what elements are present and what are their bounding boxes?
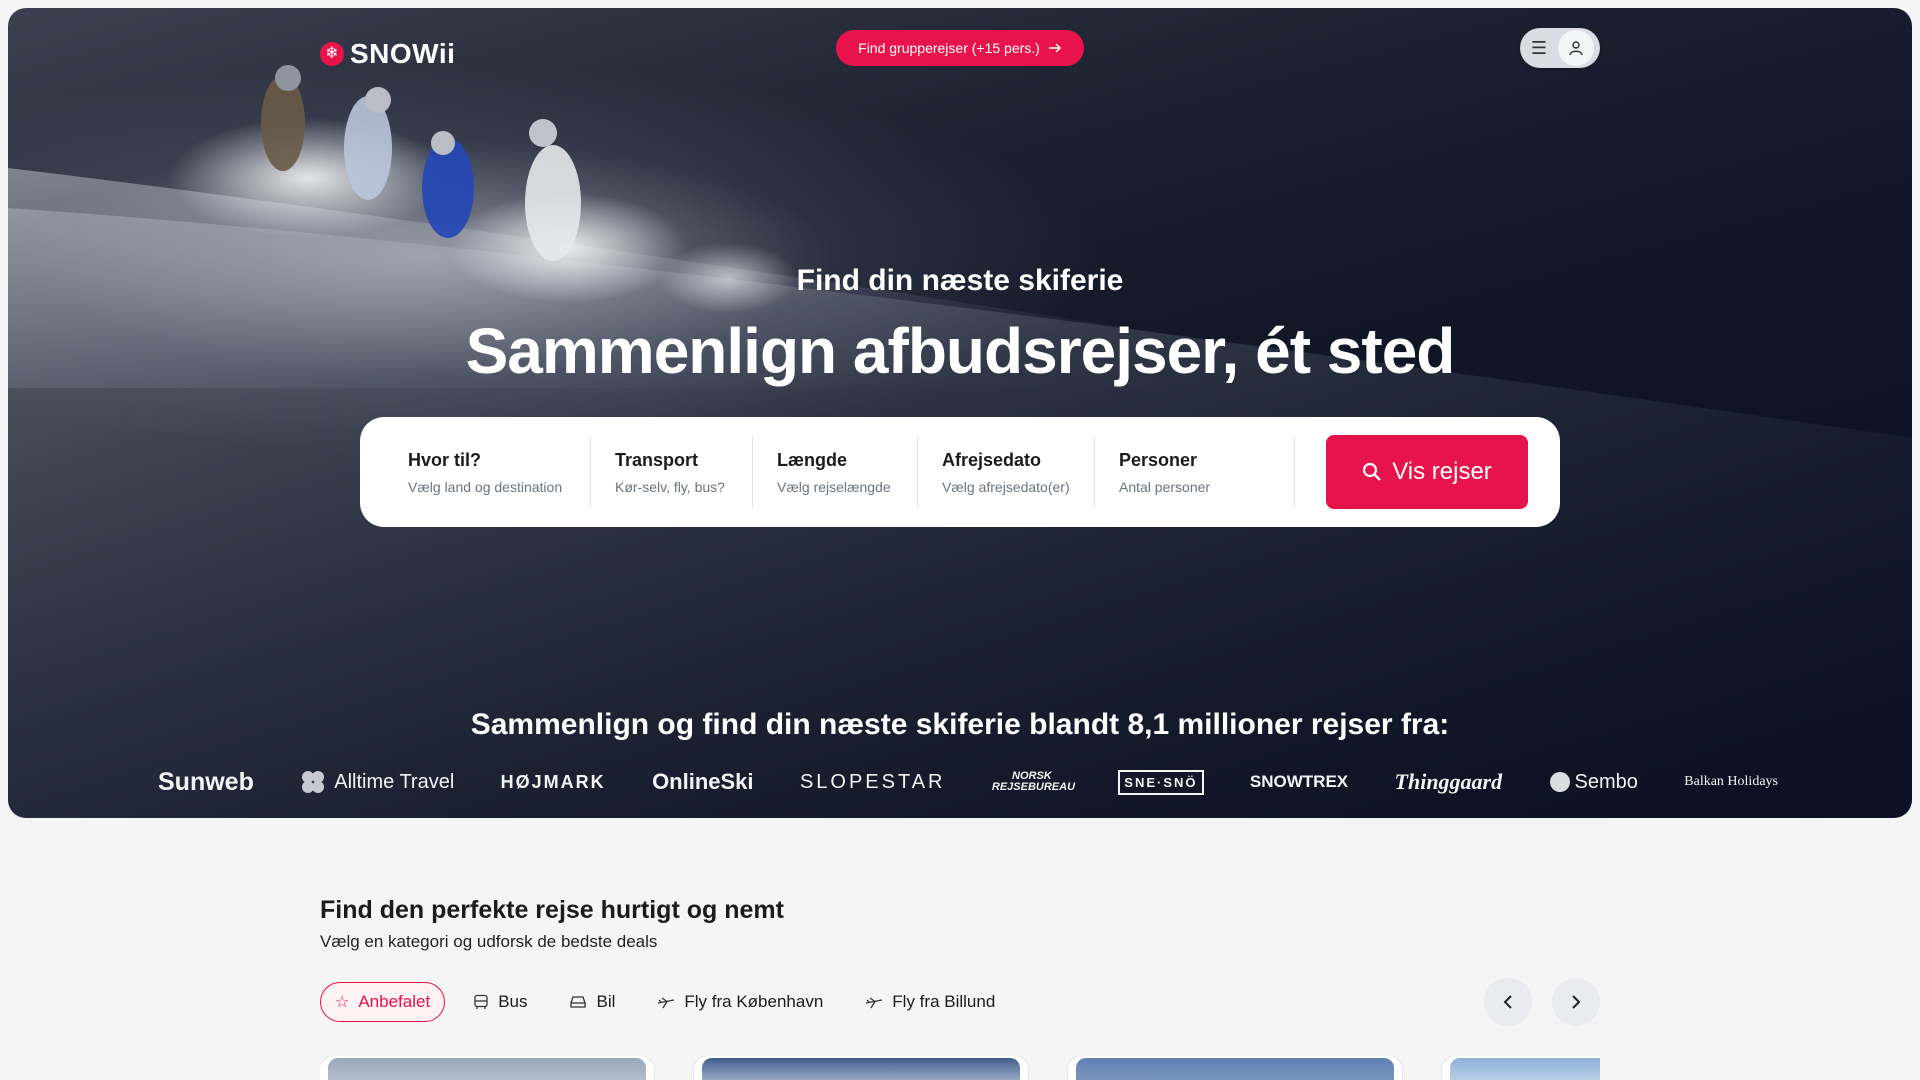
- trip-card-image: [328, 1058, 646, 1080]
- show-trips-label: Vis rejser: [1392, 458, 1492, 485]
- carousel-next-button[interactable]: [1552, 978, 1600, 1026]
- user-icon: [1558, 30, 1594, 66]
- partner-name: Alltime Travel: [334, 770, 455, 793]
- trip-card[interactable]: [1068, 1056, 1402, 1080]
- hero-headline: Sammenlign afbudsrejser, ét sted: [465, 315, 1456, 387]
- field-label: Afrejsedato: [942, 449, 1042, 470]
- trip-card-image: [702, 1058, 1020, 1080]
- transport-field[interactable]: Transport Kør-selv, fly, bus?: [591, 436, 753, 508]
- tab-label: Fly fra Billund: [892, 992, 996, 1011]
- hero-subtitle: Find din næste skiferie: [796, 264, 1124, 297]
- tab-fly-copenhagen[interactable]: Fly fra København: [643, 982, 837, 1022]
- tab-label: Bil: [596, 992, 616, 1011]
- tab-recommended[interactable]: ☆ Anbefalet: [320, 982, 446, 1022]
- field-label: Længde: [777, 449, 847, 470]
- account-menu-button[interactable]: ☰: [1520, 28, 1600, 68]
- field-hint: Antal personer: [1119, 478, 1211, 495]
- partner-logo-onlineski: OnlineSki: [652, 769, 754, 794]
- hamburger-icon: ☰: [1530, 37, 1548, 58]
- field-label: Personer: [1119, 449, 1198, 470]
- trip-card[interactable]: [1442, 1056, 1600, 1080]
- partner-name: Sembo: [1574, 770, 1638, 793]
- compare-title: Sammenlign og find din næste skiferie bl…: [470, 708, 1450, 741]
- field-hint: Vælg afrejsedato(er): [942, 478, 1070, 495]
- chevron-right-icon: [1572, 995, 1581, 1009]
- alltime-mark-icon: [302, 771, 325, 793]
- trip-card[interactable]: [320, 1056, 654, 1080]
- field-hint: Vælg land og destination: [408, 478, 563, 495]
- car-icon: [570, 996, 587, 1008]
- snowflake-icon: ❄: [320, 42, 344, 66]
- field-label: Transport: [615, 449, 699, 470]
- length-field[interactable]: Længde Vælg rejselængde: [753, 436, 918, 508]
- plane-icon: [658, 997, 675, 1009]
- top-navigation: ❄ SNOWii Find grupperejser (+15 pers.) ☰: [8, 8, 1912, 88]
- partner-logo-sembo: Sembo: [1549, 771, 1638, 794]
- destination-field[interactable]: Hvor til? Vælg land og destination: [360, 436, 591, 508]
- tab-car[interactable]: Bil: [555, 982, 629, 1022]
- search-icon: [1363, 462, 1382, 481]
- field-hint: Vælg rejselængde: [777, 478, 891, 495]
- tab-label: Bus: [498, 992, 528, 1011]
- plane-icon: [866, 997, 883, 1009]
- hero: ❄ SNOWii Find grupperejser (+15 pers.) ☰…: [8, 8, 1912, 818]
- trip-card[interactable]: [694, 1056, 1028, 1080]
- partner-logos: Sunweb Alltime Travel HØJMARK OnlineSki …: [158, 760, 1778, 804]
- departure-date-field[interactable]: Afrejsedato Vælg afrejsedato(er): [918, 436, 1095, 508]
- trip-card-carousel: [320, 1056, 1600, 1080]
- star-icon: ☆: [335, 994, 350, 1011]
- snowii-logo[interactable]: ❄ SNOWii: [320, 38, 455, 70]
- partner-logo-slopestar: SLOPESTAR: [799, 770, 946, 793]
- chevron-left-icon: [1503, 995, 1512, 1009]
- group-travel-label: Find grupperejser (+15 pers.): [858, 40, 1040, 56]
- section-title: Find den perfekte rejse hurtigt og nemt: [320, 896, 784, 924]
- arrow-right-icon: [1048, 43, 1061, 53]
- trip-card-image: [1450, 1058, 1600, 1080]
- logo-text: SNOWii: [350, 38, 456, 69]
- search-box: Hvor til? Vælg land og destination Trans…: [360, 417, 1560, 527]
- tab-label: Fly fra København: [684, 992, 824, 1011]
- show-trips-button[interactable]: Vis rejser: [1326, 435, 1528, 509]
- trip-card-image: [1076, 1058, 1394, 1080]
- partner-logo-sunweb: Sunweb: [158, 767, 254, 796]
- hero-background-image: [8, 65, 1912, 818]
- section-subtitle: Vælg en kategori og udforsk de bedste de…: [320, 932, 658, 951]
- tab-bus[interactable]: Bus: [459, 982, 541, 1022]
- group-travel-button[interactable]: Find grupperejser (+15 pers.): [836, 30, 1084, 66]
- partner-logo-balkan-holidays: Balkan Holidays: [1684, 774, 1778, 789]
- partner-logo-norsk-rejsebureau: NORSK REJSEBUREAU: [991, 770, 1076, 793]
- sembo-mark-icon: [1549, 772, 1570, 792]
- field-hint: Kør-selv, fly, bus?: [615, 478, 725, 495]
- partner-logo-alltime: Alltime Travel: [300, 769, 454, 795]
- partner-logo-snowtrex: SNOWTREX: [1249, 772, 1349, 791]
- field-label: Hvor til?: [408, 449, 482, 470]
- partner-logo-sne-sno: SNE·SNÖ: [1118, 769, 1204, 795]
- partner-logo-thinggaard: Thinggaard: [1394, 769, 1503, 794]
- category-tabs: ☆ Anbefalet Bus Bil Fly fra København Fl…: [320, 981, 1009, 1023]
- tab-fly-billund[interactable]: Fly fra Billund: [851, 982, 1009, 1022]
- tab-label: Anbefalet: [358, 992, 431, 1011]
- partner-logo-hojmark: HØJMARK: [500, 771, 606, 792]
- bus-icon: [474, 994, 488, 1009]
- persons-field[interactable]: Personer Antal personer: [1095, 436, 1295, 508]
- carousel-prev-button[interactable]: [1484, 978, 1532, 1026]
